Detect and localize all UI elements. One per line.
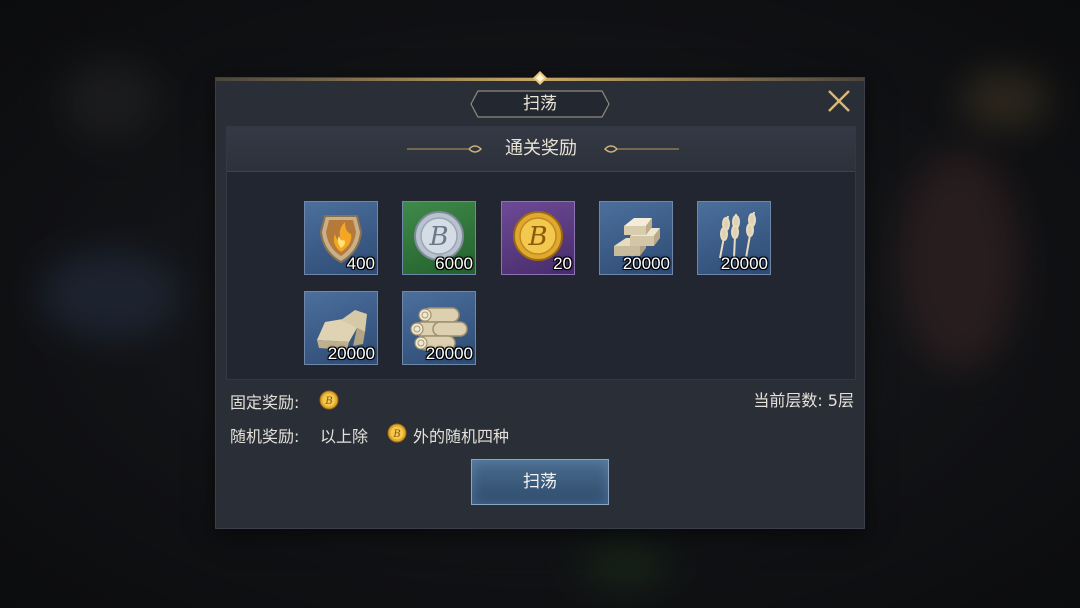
reward-item-silver-coin[interactable]: B 6000 bbox=[402, 201, 476, 275]
reward-quantity: 6000 bbox=[435, 254, 473, 273]
gold-coin-icon: B bbox=[387, 423, 407, 443]
random-reward-suffix: 外的随机四种 bbox=[413, 427, 510, 446]
sweep-button-label: 扫荡 bbox=[523, 472, 557, 492]
reward-item-silver-ingot[interactable]: 20000 bbox=[599, 201, 673, 275]
reward-quantity: 20000 bbox=[720, 254, 768, 273]
sweep-button[interactable]: 扫荡 bbox=[471, 459, 609, 505]
sweep-dialog: 扫荡 通关奖励 400 B 6000 B 20 20000 20000 2000… bbox=[216, 71, 864, 528]
reward-item-stone[interactable]: 20000 bbox=[304, 291, 378, 365]
section-header: 通关奖励 bbox=[227, 127, 855, 172]
svg-text:B: B bbox=[324, 396, 332, 407]
current-floor-text: 当前层数: 5层 bbox=[753, 391, 854, 410]
reward-item-wheat[interactable]: 20000 bbox=[697, 201, 771, 275]
reward-quantity: 20000 bbox=[327, 344, 375, 363]
right-ornament-icon bbox=[603, 145, 679, 153]
close-icon[interactable] bbox=[826, 88, 852, 114]
svg-text:B: B bbox=[527, 222, 547, 252]
reward-quantity: 20000 bbox=[425, 344, 473, 363]
section-title: 通关奖励 bbox=[505, 138, 577, 159]
svg-text:B: B bbox=[428, 222, 448, 252]
svg-text:B: B bbox=[392, 429, 400, 440]
fixed-reward-label: 固定奖励: bbox=[230, 393, 300, 412]
gold-coin-icon: B bbox=[319, 390, 339, 410]
reward-quantity: 400 bbox=[346, 254, 375, 273]
diamond-ornament-icon bbox=[533, 71, 547, 85]
random-reward-prefix: 以上除 bbox=[320, 427, 369, 446]
reward-quantity: 20 bbox=[553, 254, 572, 273]
reward-item-gold-coin[interactable]: B 20 bbox=[501, 201, 575, 275]
reward-item-shield[interactable]: 400 bbox=[304, 201, 378, 275]
reward-quantity: 20000 bbox=[622, 254, 670, 273]
dialog-title: 扫荡 bbox=[523, 94, 557, 114]
left-ornament-icon bbox=[407, 145, 483, 153]
reward-item-wood[interactable]: 20000 bbox=[402, 291, 476, 365]
random-reward-label: 随机奖励: bbox=[230, 427, 300, 446]
